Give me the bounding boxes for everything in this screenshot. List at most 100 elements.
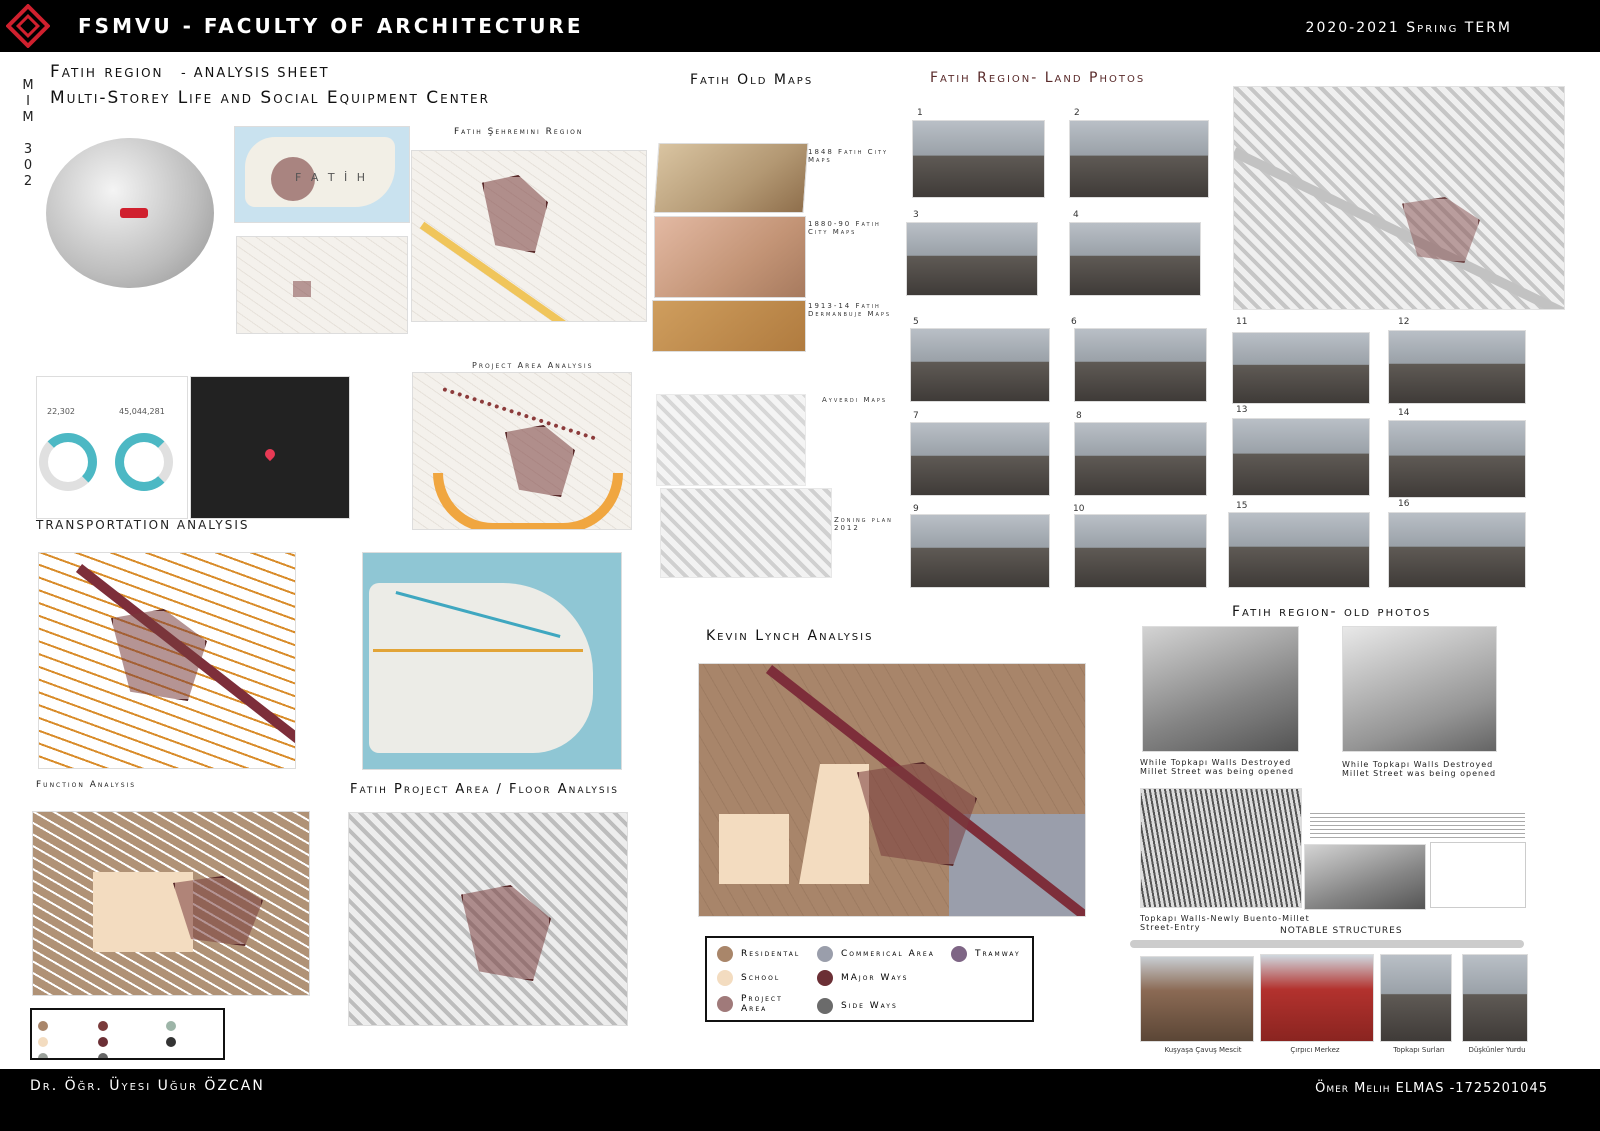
land-photo (1074, 514, 1207, 588)
land-photo (1232, 418, 1370, 496)
code-char: I (26, 94, 30, 109)
term-label: 2020-2021 Spring TERM (1305, 20, 1512, 36)
photo-number: 8 (1076, 411, 1082, 421)
notable-caption: Topkapı Surları (1393, 1046, 1445, 1054)
code-char: 2 (23, 174, 33, 189)
photo-number: 1 (917, 108, 923, 118)
dark-location-map (190, 376, 350, 519)
photo-number: 15 (1236, 501, 1248, 511)
land-photo (910, 422, 1050, 496)
stat-population: 22,302 (47, 407, 75, 416)
old-photo-caption: While Topkapı Walls Destroyed Millet Str… (1140, 758, 1295, 776)
advisor-name: Dr. Öğr. Üyesi Uğur ÖZCAN (30, 1078, 265, 1094)
land-photo (1388, 420, 1526, 498)
student-name: Ömer Melih ELMAS -1725201045 (1315, 1081, 1548, 1096)
notable-title: NOTABLE STRUCTURES (1280, 926, 1403, 936)
photo-number: 2 (1074, 108, 1080, 118)
legend-item: MAjor Ways (817, 970, 908, 986)
old-photo-caption: While Topkapı Walls Destroyed Millet Str… (1342, 760, 1497, 778)
transportation-map (38, 552, 296, 769)
old-photos-title: Fatih region- old photos (1232, 604, 1432, 620)
land-photo (1232, 332, 1370, 404)
photo-number: 12 (1398, 317, 1410, 327)
land-photo (1388, 512, 1526, 588)
notable-photo (1260, 954, 1374, 1042)
stat-area: 45,044,281 (119, 407, 165, 416)
notable-caption: Çırpıcı Merkez (1290, 1046, 1340, 1054)
fatih-map-label: F A T İ H (295, 171, 369, 184)
photo-number: 6 (1071, 317, 1077, 327)
sehremini-map (411, 150, 647, 322)
function-title: Function Analysis (36, 780, 137, 790)
photo-number: 3 (913, 210, 919, 220)
photo-number: 9 (913, 504, 919, 514)
land-photo (906, 222, 1038, 296)
kevin-lynch-map (698, 663, 1086, 917)
function-map (32, 811, 310, 996)
old-map-caption: 1913-14 Fatih Dermanbuje Maps (808, 302, 892, 318)
old-map-1848 (653, 143, 809, 213)
ayverdi-map (656, 394, 806, 486)
aerial-photo (1304, 844, 1426, 910)
transportation-title: TRANSPORTATION ANALYSIS (36, 518, 250, 532)
project-area-map (412, 372, 632, 530)
code-char: M (22, 110, 34, 125)
code-char: 0 (23, 158, 33, 173)
legend-item: Tramway (951, 946, 1021, 962)
photo-number: 10 (1073, 504, 1085, 514)
old-map-caption: Ayverdi Maps (822, 396, 888, 404)
location-pin-icon (262, 446, 278, 462)
project-area-title: Project Area Analysis (472, 361, 594, 370)
old-maps-title: Fatih Old Maps (690, 72, 814, 88)
floor-map (348, 812, 628, 1026)
legend-swatch (38, 1016, 48, 1031)
photo-number: 5 (913, 317, 919, 327)
zoning-plan-map (660, 488, 832, 578)
notable-caption: Kuşyaşa Çavuş Mescit (1164, 1046, 1242, 1054)
old-map-caption: Zoning plan 2012 (834, 516, 893, 532)
code-char: M (22, 78, 34, 93)
land-photo (1228, 512, 1370, 588)
notable-photo (1140, 956, 1254, 1042)
district-map (236, 236, 408, 334)
land-photo (1069, 120, 1209, 198)
land-photo (1074, 422, 1207, 496)
sehremini-title: Fatih Şehremini Region (454, 127, 584, 137)
project-title: Multi-Storey Life and Social Equipment C… (50, 88, 490, 108)
photo-number: 4 (1073, 210, 1079, 220)
notable-caption: Düşkünler Yurdu (1468, 1046, 1526, 1054)
old-map-caption: 1848 Fatih City Maps (808, 148, 889, 164)
legend-item: Residental (717, 946, 800, 962)
land-photo (1069, 222, 1201, 296)
transit-network-map (362, 552, 622, 770)
fsmvu-logo (6, 4, 50, 48)
timeline-bar (1130, 940, 1524, 948)
stats-dashboard: 22,302 45,044,281 (36, 376, 188, 519)
kevin-title: Kevin Lynch Analysis (706, 628, 874, 644)
legend-item: Commerical Area (817, 946, 935, 962)
photo-number: 7 (913, 411, 919, 421)
old-map-1880 (654, 216, 806, 298)
globe-image (46, 138, 214, 288)
land-photo (910, 514, 1050, 588)
photo-number: 14 (1398, 408, 1410, 418)
old-map-caption: 1880-90 Fatih City Maps (808, 220, 881, 236)
land-photo (912, 120, 1045, 198)
istanbul-map: F A T İ H (234, 126, 410, 223)
code-char: 3 (23, 142, 33, 157)
notable-photo (1462, 954, 1528, 1042)
photo-number: 11 (1236, 317, 1248, 327)
legend-item: Project Area (717, 994, 801, 1014)
land-photos-title: Fatih Region- Land Photos (930, 70, 1146, 86)
legend-item: School (717, 970, 780, 986)
faculty-title: FSMVU - FACULTY OF ARCHITECTURE (78, 14, 584, 38)
course-code: M I M 3 0 2 (20, 78, 36, 190)
site-plan-map (1233, 86, 1565, 310)
land-photo (910, 328, 1050, 402)
history-text-block (1310, 810, 1525, 838)
floor-title: Fatih Project Area / Floor Analysis (350, 782, 619, 797)
old-map-1913 (652, 300, 806, 352)
code-char (20, 126, 36, 142)
photo-number: 16 (1398, 499, 1410, 509)
old-photo (1342, 626, 1497, 752)
